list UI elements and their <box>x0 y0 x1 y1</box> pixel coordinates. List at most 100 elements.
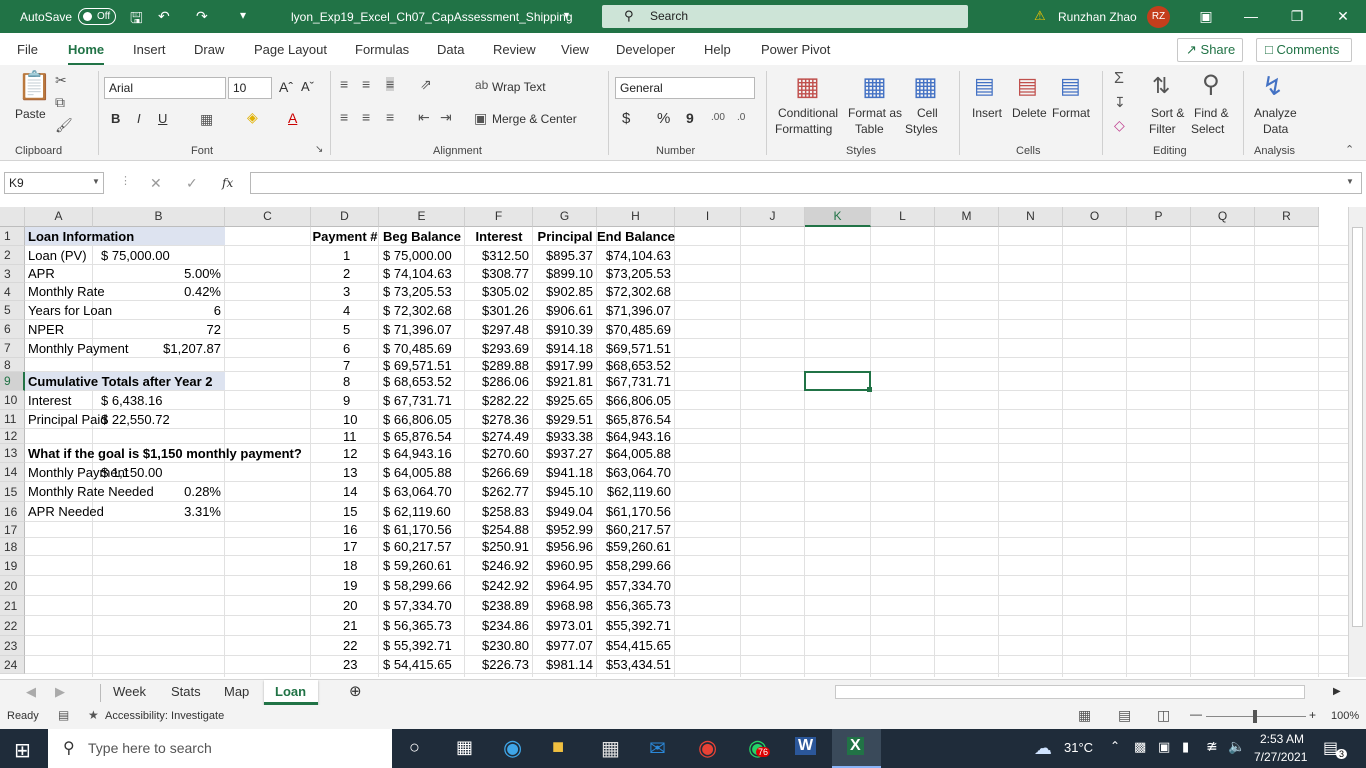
decrease-decimal-icon[interactable]: .0 <box>737 113 745 123</box>
row-header-23[interactable]: 23 <box>0 636 25 656</box>
antivirus-icon[interactable]: ▩ <box>1134 739 1146 755</box>
fill-handle[interactable] <box>867 387 872 392</box>
sort-filter-icon[interactable]: ⇅ <box>1152 75 1170 97</box>
orientation-icon[interactable]: ⇗ <box>420 77 432 91</box>
formula-input[interactable] <box>250 172 1362 194</box>
sheet-tab-map[interactable]: Map <box>224 684 249 699</box>
row-header-24[interactable]: 24 <box>0 656 25 674</box>
wrap-text-icon[interactable]: ab <box>475 79 488 91</box>
word-icon[interactable]: W <box>795 737 817 755</box>
row-header-6[interactable]: 6 <box>0 320 25 339</box>
chevron-down-icon[interactable]: ▼ <box>92 178 100 186</box>
row-header-18[interactable]: 18 <box>0 538 25 556</box>
name-box[interactable]: K9 <box>4 172 104 194</box>
sheet-tab-loan[interactable]: Loan <box>264 680 318 705</box>
expand-formula-icon[interactable]: ▼ <box>1346 178 1354 186</box>
column-header-k[interactable]: K <box>805 207 871 227</box>
insert-cells-icon[interactable]: ▤ <box>974 75 995 97</box>
avatar[interactable]: RZ <box>1147 6 1170 28</box>
delete-cells-button[interactable]: Delete <box>1012 106 1047 120</box>
weather-icon[interactable]: ☁ <box>1034 738 1052 759</box>
macro-icon[interactable]: ▤ <box>58 709 69 721</box>
row-header-2[interactable]: 2 <box>0 246 25 265</box>
cortana-icon[interactable]: ○ <box>409 737 420 758</box>
paste-icon[interactable]: 📋 <box>17 72 52 100</box>
format-table-label-2[interactable]: Table <box>855 122 884 136</box>
sheet-tab-stats[interactable]: Stats <box>171 684 201 699</box>
save-icon[interactable]: 🖫 <box>130 8 143 33</box>
next-sheet-icon[interactable]: ▶ <box>55 684 65 700</box>
sort-label-1[interactable]: Sort & <box>1151 106 1184 120</box>
select-all-corner[interactable] <box>0 207 25 227</box>
store-icon[interactable]: ▦ <box>601 736 620 761</box>
cell-styles-label-2[interactable]: Styles <box>905 122 938 136</box>
mail-icon[interactable]: ✉ <box>649 736 666 761</box>
row-header-12[interactable]: 12 <box>0 429 25 444</box>
column-header-p[interactable]: P <box>1127 207 1191 227</box>
tab-home[interactable]: Home <box>68 42 105 66</box>
tab-power-pivot[interactable]: Power Pivot <box>761 42 830 57</box>
restore-icon[interactable]: ❐ <box>1274 0 1320 33</box>
zoom-in-icon[interactable]: + <box>1309 708 1316 722</box>
column-header-j[interactable]: J <box>741 207 805 227</box>
align-center-icon[interactable]: ≡ <box>362 110 370 124</box>
close-icon[interactable]: ✕ <box>1320 0 1366 33</box>
fill-color-icon[interactable]: ◈ <box>247 110 258 124</box>
currency-button[interactable]: $ <box>622 110 630 127</box>
column-header-n[interactable]: N <box>999 207 1063 227</box>
tab-developer[interactable]: Developer <box>616 42 675 57</box>
row-header-17[interactable]: 17 <box>0 522 25 538</box>
row-header-15[interactable]: 15 <box>0 482 25 502</box>
format-cells-icon[interactable]: ▤ <box>1060 75 1081 97</box>
tab-formulas[interactable]: Formulas <box>355 42 409 57</box>
add-sheet-icon[interactable]: ⊕ <box>349 682 362 700</box>
column-header-g[interactable]: G <box>533 207 597 227</box>
percent-button[interactable]: % <box>657 110 670 127</box>
cancel-icon[interactable]: ✕ <box>150 176 162 190</box>
row-header-1[interactable]: 1 <box>0 227 25 246</box>
accessibility-icon[interactable]: ★ <box>88 709 99 721</box>
align-top-icon[interactable]: ≡ <box>340 77 348 91</box>
delete-cells-icon[interactable]: ▤ <box>1017 75 1038 97</box>
scroll-right-icon[interactable]: ▶ <box>1333 686 1341 697</box>
column-header-i[interactable]: I <box>675 207 741 227</box>
display-icon[interactable]: ▣ <box>1158 739 1170 755</box>
conditional-label-2[interactable]: Formatting <box>775 122 832 136</box>
customize-toolbar-icon[interactable]: ▾ <box>240 8 246 22</box>
column-header-l[interactable]: L <box>871 207 935 227</box>
dialog-launcher-icon[interactable]: ↘ <box>315 145 323 155</box>
tab-page-layout[interactable]: Page Layout <box>254 42 327 57</box>
worksheet-grid[interactable]: A B C D E F G H I J K L M N O P Q R 1 2 3 4 5 6 7 8 9 10 11 12 13 14 15 1… <box>0 207 1348 677</box>
align-left-icon[interactable]: ≡ <box>340 110 348 124</box>
share-button[interactable]: ↗ Share <box>1177 38 1243 62</box>
borders-icon[interactable]: ▦ <box>200 112 213 126</box>
search-box[interactable]: ⚲ Search <box>602 5 968 28</box>
horizontal-scrollbar[interactable] <box>835 685 1305 699</box>
chevron-down-icon[interactable]: ▼ <box>562 10 571 20</box>
number-format-select[interactable]: General <box>615 77 755 99</box>
accessibility-status[interactable]: Accessibility: Investigate <box>105 710 224 722</box>
prev-sheet-icon[interactable]: ◀ <box>26 684 36 700</box>
bold-button[interactable]: B <box>111 111 120 126</box>
align-middle-icon[interactable]: ≡ <box>362 77 370 91</box>
font-name-select[interactable]: Arial <box>104 77 226 99</box>
analyze-data-icon[interactable]: ↯ <box>1262 73 1284 99</box>
tab-review[interactable]: Review <box>493 42 536 57</box>
chrome-icon[interactable]: ◉ <box>698 735 717 761</box>
active-cell-k9[interactable] <box>804 371 871 391</box>
merge-center-button[interactable]: Merge & Center <box>492 112 577 126</box>
page-break-view-icon[interactable]: ◫ <box>1157 708 1170 722</box>
column-header-b[interactable]: B <box>93 207 225 227</box>
edge-icon[interactable]: ◉ <box>503 735 522 761</box>
taskbar-search[interactable]: ⚲ Type here to search <box>48 729 392 768</box>
find-select-icon[interactable]: ⚲ <box>1202 73 1220 97</box>
row-header-8[interactable]: 8 <box>0 358 25 372</box>
increase-indent-icon[interactable]: ⇥ <box>440 110 452 124</box>
row-header-4[interactable]: 4 <box>0 283 25 301</box>
comments-button[interactable]: □ Comments <box>1256 38 1352 62</box>
temperature[interactable]: 31°C <box>1064 740 1093 755</box>
format-as-table-icon[interactable]: ▦ <box>862 73 887 99</box>
windows-start-icon[interactable]: ⊞ <box>14 738 31 763</box>
decrease-font-icon[interactable]: Aˇ <box>301 79 314 94</box>
tab-data[interactable]: Data <box>437 42 464 57</box>
